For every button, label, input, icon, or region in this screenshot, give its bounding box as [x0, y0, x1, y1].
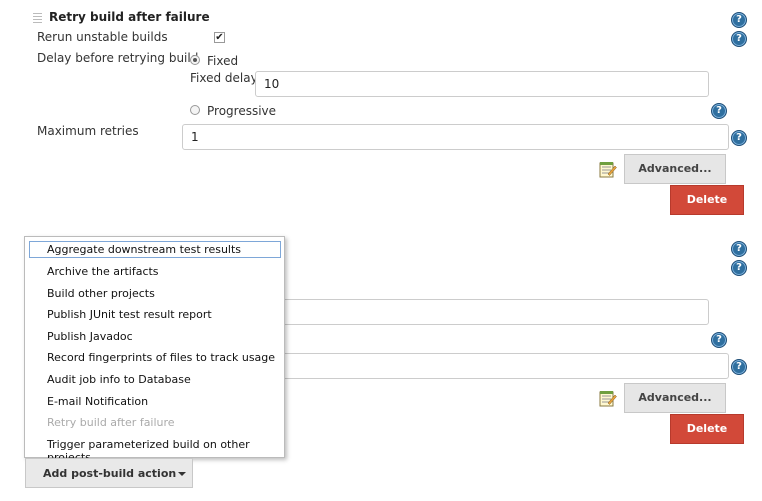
fixed-radio[interactable]: [190, 55, 200, 65]
help-icon[interactable]: ?: [731, 12, 747, 28]
post-build-action-menu: Aggregate downstream test results Archiv…: [24, 236, 285, 464]
delete-button[interactable]: Delete: [670, 185, 744, 215]
add-post-build-action-button[interactable]: Add post-build action: [25, 458, 193, 488]
help-icon[interactable]: ?: [731, 241, 747, 257]
menu-item-aggregate-test-results[interactable]: Aggregate downstream test results: [47, 243, 241, 256]
help-icon[interactable]: ?: [711, 103, 727, 119]
section-title: Retry build after failure: [49, 10, 210, 24]
menu-item-email-notification[interactable]: E-mail Notification: [47, 395, 148, 408]
caret-down-icon: [178, 472, 186, 476]
menu-item-audit-job-info[interactable]: Audit job info to Database: [47, 373, 191, 386]
menu-item-record-fingerprints[interactable]: Record fingerprints of files to track us…: [47, 351, 275, 364]
help-icon[interactable]: ?: [711, 332, 727, 348]
fixed-delay-input[interactable]: 10: [255, 71, 709, 97]
help-icon[interactable]: ?: [731, 359, 747, 375]
fixed-label: Fixed: [207, 54, 239, 68]
drag-handle-icon[interactable]: [33, 11, 42, 23]
menu-item-build-other-projects[interactable]: Build other projects: [47, 287, 155, 300]
add-post-build-label: Add post-build action: [43, 467, 177, 480]
delay-label: Delay before retrying build: [37, 51, 199, 65]
menu-item-publish-javadoc[interactable]: Publish Javadoc: [47, 330, 133, 343]
max-retries-label: Maximum retries: [37, 124, 139, 138]
text-input[interactable]: [260, 353, 729, 379]
advanced-button[interactable]: Advanced...: [624, 154, 726, 184]
help-icon[interactable]: ?: [731, 31, 747, 47]
rerun-unstable-checkbox[interactable]: ✔: [214, 32, 225, 43]
progressive-label: Progressive: [207, 104, 277, 118]
menu-item-archive-artifacts[interactable]: Archive the artifacts: [47, 265, 159, 278]
max-retries-input[interactable]: 1: [182, 124, 729, 150]
menu-item-retry-build: Retry build after failure: [47, 416, 175, 429]
notepad-icon: [599, 391, 617, 407]
advanced-button[interactable]: Advanced...: [624, 383, 726, 413]
text-input[interactable]: [260, 299, 709, 325]
help-icon[interactable]: ?: [731, 260, 747, 276]
rerun-unstable-label: Rerun unstable builds: [37, 30, 168, 44]
delete-button[interactable]: Delete: [670, 414, 744, 444]
menu-item-publish-junit[interactable]: Publish JUnit test result report: [47, 308, 212, 321]
progressive-radio[interactable]: [190, 105, 200, 115]
notepad-icon: [599, 162, 617, 178]
fixed-delay-label: Fixed delay: [190, 71, 258, 85]
help-icon[interactable]: ?: [731, 130, 747, 146]
